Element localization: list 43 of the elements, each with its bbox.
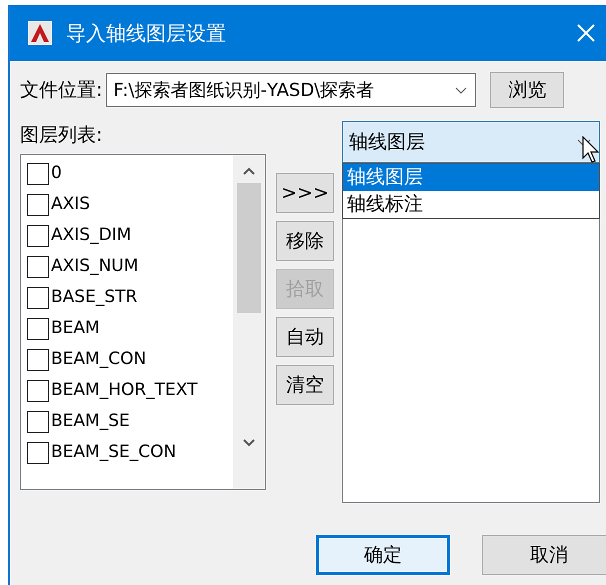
layer-name[interactable]: BEAM [51,316,100,342]
action-button[interactable]: 自动 [276,317,334,357]
layer-name[interactable]: BEAM_HOR_TEXT [51,378,198,404]
layer-name[interactable]: BEAM_CON [51,347,146,373]
checkbox[interactable] [27,411,49,433]
checkbox[interactable] [27,163,49,185]
action-button[interactable]: 移除 [276,221,334,261]
scrollbar[interactable] [233,154,265,488]
dialog-button[interactable]: 取消 [482,535,606,575]
layer-type-dropdown[interactable]: 轴线图层 [342,121,600,163]
dialog-button[interactable]: 确定 [316,535,450,575]
path-text: F:\探索者图纸识别-YASD\探索者 [113,78,374,102]
layer-name[interactable]: AXIS [51,192,90,218]
chevron-down-icon [455,87,468,94]
layer-name[interactable]: BEAM_SE_CON [51,440,176,466]
checkbox[interactable] [27,349,49,371]
layer-name[interactable]: BEAM_SE [51,409,130,435]
checkbox[interactable] [27,380,49,402]
dropdown-value: 轴线图层 [349,130,425,155]
layer-name[interactable]: 0 [51,161,62,187]
layer-name[interactable]: AXIS_DIM [51,223,132,249]
app-logo-icon [28,21,52,45]
checkbox[interactable] [27,194,49,216]
window-title: 导入轴线图层设置 [66,20,226,47]
scroll-thumb[interactable] [237,182,261,312]
close-icon[interactable] [576,23,596,43]
checkbox[interactable] [27,318,49,340]
scroll-up-icon[interactable] [243,166,255,174]
checkbox[interactable] [27,225,49,247]
action-button[interactable]: >>> [276,173,334,213]
dropdown-option[interactable]: 轴线图层 [343,164,599,191]
checkbox[interactable] [27,442,49,464]
list-label: 图层列表: [20,123,104,148]
field-label: 文件位置: [20,78,102,103]
browse-button[interactable]: 浏览 [490,72,564,108]
path-combo-box[interactable]: F:\探索者图纸识别-YASD\探索者 [106,73,476,107]
dropdown-option[interactable]: 轴线标注 [343,191,599,218]
action-button[interactable]: 清空 [276,365,334,405]
checkbox[interactable] [27,256,49,278]
checkbox[interactable] [27,287,49,309]
layer-name[interactable]: AXIS_NUM [51,254,138,280]
scroll-down-icon[interactable] [243,438,255,446]
layer-name[interactable]: BASE_STR [51,285,138,311]
